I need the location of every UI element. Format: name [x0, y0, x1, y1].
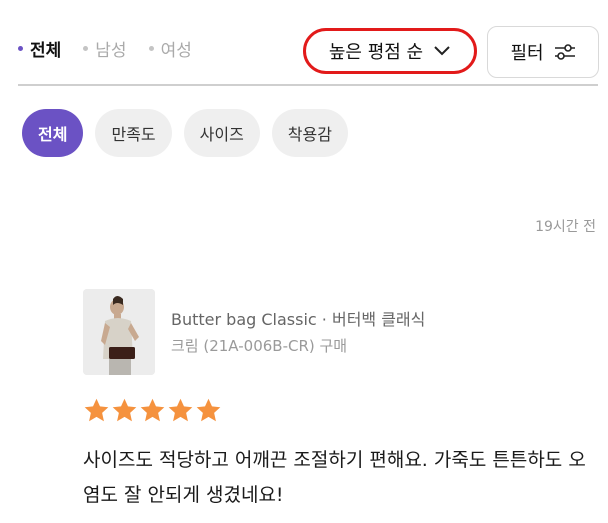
header-divider [18, 84, 598, 86]
product-name[interactable]: Butter bag Classic · 버터백 클래식 [171, 306, 425, 330]
gender-tab-male[interactable]: 남성 [83, 36, 127, 61]
tab-dot-icon [83, 46, 89, 51]
product-thumbnail[interactable] [83, 289, 155, 375]
review-header: 전체 남성 여성 높은 평점 순 필터 [0, 0, 608, 84]
chip-size[interactable]: 사이즈 [183, 109, 260, 157]
gender-tab-label: 전체 [30, 41, 62, 61]
filter-label: 필터 [510, 43, 544, 64]
gender-tabs: 전체 남성 여성 [18, 36, 214, 61]
tab-dot-icon [148, 46, 154, 51]
star-icon [140, 398, 165, 422]
gender-tab-label: 여성 [160, 41, 192, 61]
star-icon [112, 398, 137, 422]
chip-fit[interactable]: 착용감 [271, 109, 348, 157]
chip-satisfaction[interactable]: 만족도 [95, 109, 172, 157]
review-timestamp: 19시간 전 [535, 219, 596, 235]
star-icon [168, 398, 193, 422]
chevron-down-icon [434, 46, 450, 56]
product-photo-icon [83, 289, 155, 375]
review-body: 사이즈도 적당하고 어깨끈 조절하기 편해요. 가죽도 튼튼하도 오염도 잘 안… [83, 449, 586, 506]
star-icon [196, 398, 221, 422]
tab-dot-icon [18, 46, 23, 51]
sort-dropdown-button[interactable]: 높은 평점 순 [303, 28, 477, 74]
product-option: 크림 (21A-006B-CR) 구매 [171, 337, 348, 355]
gender-tab-female[interactable]: 여성 [148, 36, 192, 61]
star-rating [83, 397, 223, 424]
gender-tab-label: 남성 [95, 41, 127, 61]
gender-tab-all[interactable]: 전체 [18, 36, 61, 61]
category-chips: 전체 만족도 사이즈 착용감 [22, 109, 360, 157]
chip-all[interactable]: 전체 [22, 109, 84, 157]
filter-button[interactable]: 필터 [487, 26, 599, 78]
star-icon [84, 398, 109, 422]
sliders-icon [554, 44, 575, 60]
sort-label: 높은 평점 순 [328, 42, 424, 63]
